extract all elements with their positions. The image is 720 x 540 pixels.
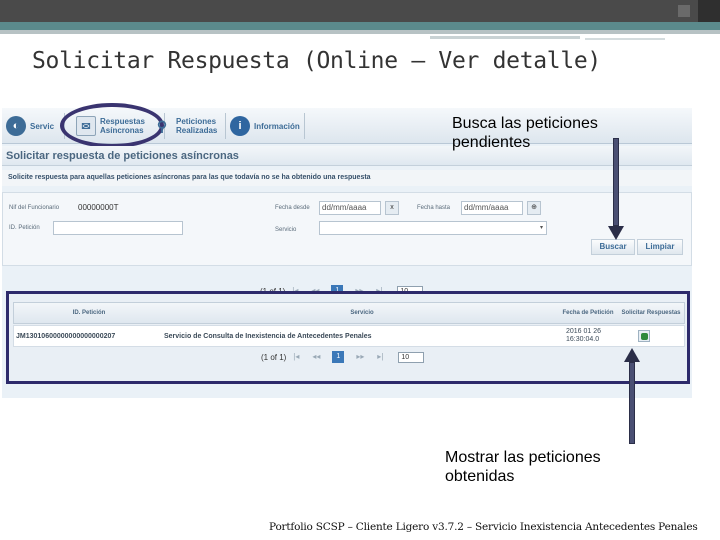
buscar-button[interactable]: Buscar [591, 239, 635, 255]
fecha-hasta-input[interactable]: dd/mm/aaaa [461, 201, 523, 215]
funcionario-label: Nif del Funcionario [9, 205, 60, 211]
arrow-head [624, 348, 640, 362]
current-page-button[interactable]: 1 [332, 351, 345, 363]
section-subtitle: Solicite respuesta para aquellas peticio… [2, 170, 692, 186]
search-form: Nif del Funcionario 00000000T Fecha desd… [2, 192, 692, 266]
table-row: JM13010600000000000000207 Servicio de Co… [13, 325, 685, 347]
solicitar-respuesta-icon[interactable] [638, 330, 650, 342]
fecha-desde-label: Fecha desde [275, 205, 310, 211]
magnifier-icon: ⚲ [156, 117, 168, 134]
table-header: ID. Petición Servicio Fecha de Petición … [13, 302, 685, 324]
annotation-line: Busca las peticiones [452, 115, 598, 132]
cell-servicio: Servicio de Consulta de Inexistencia de … [164, 332, 372, 340]
nav-separator [304, 113, 305, 139]
column-header-id: ID. Petición [72, 309, 106, 316]
id-peticion-label: ID. Petición [9, 225, 40, 231]
annotation-line: Mostrar las peticiones [445, 449, 601, 466]
column-header-fecha: Fecha de Petición [562, 309, 614, 316]
prev-page-icon[interactable]: ◂◂ [310, 352, 322, 362]
arrow-up [629, 362, 635, 444]
slide-title: Solicitar Respuesta (Online – Ver detall… [32, 48, 601, 74]
slide-footer: Portfolio SCSP – Cliente Ligero v3.7.2 –… [269, 521, 698, 533]
fecha-desde-input[interactable]: dd/mm/aaaa [319, 201, 381, 215]
rows-per-page-select[interactable]: 10 [398, 351, 425, 363]
slide-divider [430, 36, 580, 39]
globe-icon: ◐ [6, 116, 26, 136]
chevron-down-icon: ▾ [539, 225, 543, 231]
slide-divider [585, 38, 665, 40]
nav-label: Información [254, 121, 300, 131]
nav-item-servicios[interactable]: ◐ Servic [6, 111, 64, 141]
arrow-head [608, 226, 624, 240]
cell-fecha-time: 16:30:04.0 [566, 336, 600, 343]
id-peticion-input[interactable] [53, 221, 183, 235]
column-header-solicitar: Solicitar Respuestas [621, 309, 681, 316]
first-page-icon[interactable]: |◂ [290, 352, 302, 362]
arrow-down [613, 138, 619, 226]
annotation-line: pendientes [452, 134, 531, 151]
slide-divider [0, 30, 720, 34]
fecha-hasta-label: Fecha hasta [417, 205, 451, 211]
cell-fecha: 2016 01 26 16:30:04.0 [566, 326, 616, 346]
column-header-servicio: Servicio [350, 309, 374, 316]
nav-label: Servic [30, 121, 55, 131]
info-icon: i [230, 116, 250, 136]
highlight-circle [60, 103, 164, 148]
cell-fecha-date: 2016 01 26 [566, 328, 602, 335]
cell-id: JM13010600000000000000207 [16, 332, 116, 340]
nav-item-peticiones-realizadas[interactable]: ⚲ Peticiones Realizadas [152, 111, 226, 141]
servicio-select[interactable]: ▾ [319, 221, 547, 235]
slide-decoration [678, 5, 690, 17]
nav-separator [225, 113, 226, 139]
nav-label: Peticiones [176, 117, 217, 126]
clear-date-button[interactable]: x [385, 201, 399, 215]
calendar-icon[interactable]: ⊕ [527, 201, 541, 215]
pager-bottom: (1 of 1) |◂ ◂◂ 1 ▸▸ ▸| 10 [261, 350, 425, 364]
slide-top-bar [0, 0, 720, 22]
limpiar-button[interactable]: Limpiar [637, 239, 683, 255]
pager-status: (1 of 1) [261, 352, 287, 362]
next-page-icon[interactable]: ▸▸ [354, 352, 366, 362]
results-highlight-frame: ID. Petición Servicio Fecha de Petición … [6, 291, 690, 384]
slide-decoration [698, 0, 720, 22]
download-icon [640, 332, 648, 340]
annotation-busca: Busca las peticiones pendientes [452, 114, 598, 152]
nav-item-informacion[interactable]: i Información [230, 111, 314, 141]
slide-accent-band [0, 22, 720, 30]
servicio-label: Servicio [275, 227, 297, 233]
annotation-mostrar: Mostrar las peticiones obtenidas [445, 448, 601, 486]
last-page-icon[interactable]: ▸| [374, 352, 386, 362]
nav-label: Realizadas [176, 126, 218, 135]
funcionario-field[interactable]: 00000000T [75, 201, 185, 215]
annotation-line: obtenidas [445, 468, 515, 485]
